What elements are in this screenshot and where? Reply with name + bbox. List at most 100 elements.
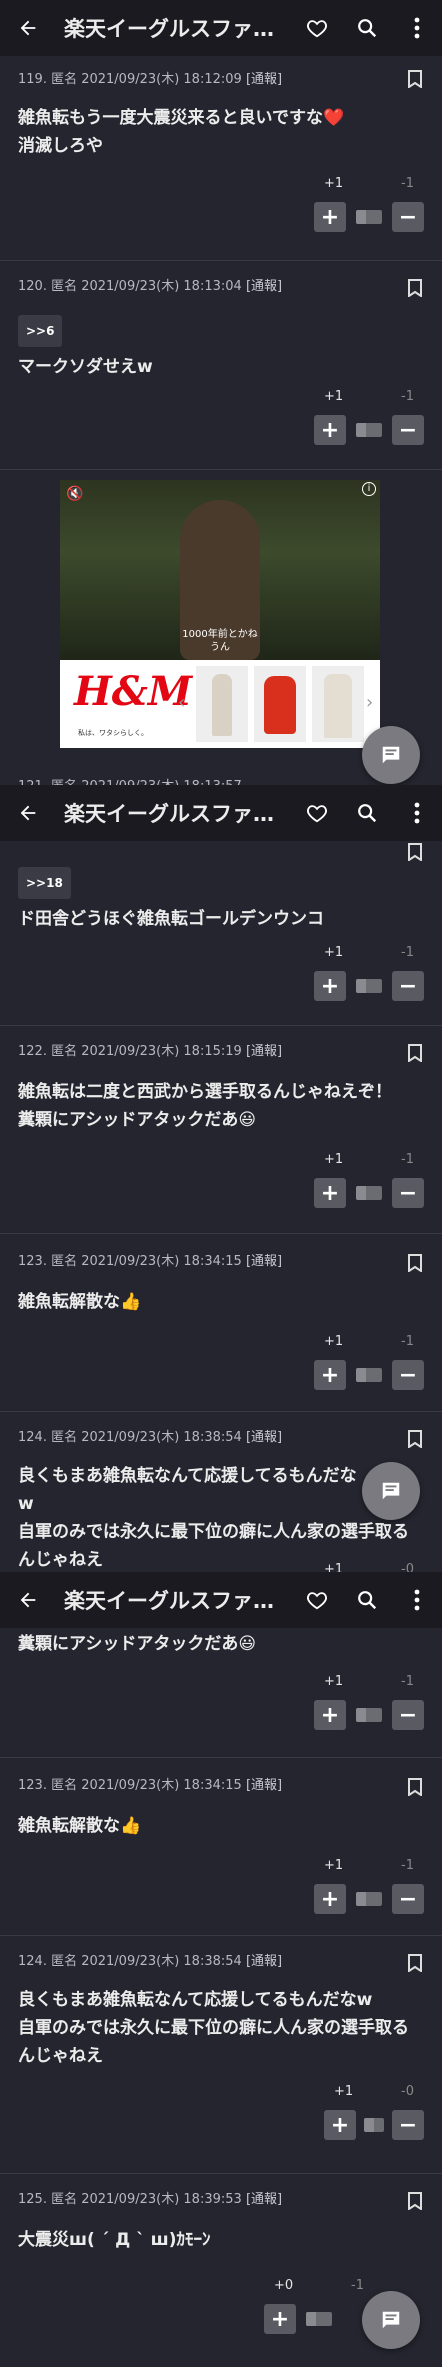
minus-button[interactable]: − [392, 202, 424, 232]
comment-fab[interactable] [362, 726, 420, 784]
comment-meta: 123. 匿名 2021/09/23(木) 18:34:15 [通報] [18, 1778, 283, 1793]
ad-product[interactable] [312, 666, 364, 742]
info-icon[interactable]: i [362, 482, 376, 496]
ad-banner[interactable]: 🔇 i 1000年前とかね うん H&M 私は、ワタシらしく。 ‹ › [60, 480, 380, 748]
favorite-button[interactable] [292, 785, 342, 841]
bookmark-button[interactable] [408, 843, 422, 865]
comment-body: 雑魚転もう一度大震災来ると良いですな❤️ 消滅しろや [18, 108, 345, 156]
plus-button[interactable]: + [314, 415, 346, 445]
comment-fab[interactable] [362, 2291, 420, 2349]
report-link[interactable]: [通報] [246, 1044, 282, 1059]
minus-button[interactable]: − [392, 1700, 424, 1730]
search-button[interactable] [342, 0, 392, 56]
report-link[interactable]: [通報] [246, 72, 282, 87]
comment-body: 良くもまあ雑魚転なんて応援してるもんだなw 自軍のみでは永久に最下位の癖に人ん家… [18, 1990, 409, 2066]
search-icon [358, 1591, 377, 1610]
plus-button[interactable]: + [314, 1360, 346, 1390]
vote-meter [356, 1708, 382, 1722]
plus-button[interactable]: + [314, 1884, 346, 1914]
minus-button[interactable]: − [392, 1360, 424, 1390]
reply-anchor[interactable]: >>18 [18, 867, 71, 899]
report-link[interactable]: [通報] [246, 1430, 282, 1445]
back-button[interactable] [0, 1572, 56, 1628]
bookmark-button[interactable] [408, 279, 422, 301]
more-menu-button[interactable] [392, 785, 442, 841]
screen-panel-2: 楽天イーグルスファンスレ >>18 ド田舎どうほぐ雑魚転ゴールデンウンコ +1 … [0, 785, 442, 1572]
vote-meter [356, 979, 382, 993]
screen-panel-3: 楽天イーグルスファンスレ 糞顆にアシッドアタックだあ😃 +1 -1 + − 12… [0, 1572, 442, 2367]
back-button[interactable] [0, 785, 56, 841]
bookmark-button[interactable] [408, 1254, 422, 1276]
vote-widget: +1 -1 + − [314, 1674, 424, 1744]
plus-button[interactable]: + [314, 1700, 346, 1730]
more-menu-button[interactable] [392, 1572, 442, 1628]
more-vert-icon [414, 17, 420, 39]
comment-119: 119. 匿名 2021/09/23(木) 18:12:09 [通報] 雑魚転も… [0, 56, 442, 261]
ad-product[interactable] [254, 666, 306, 742]
bookmark-button[interactable] [408, 1044, 422, 1066]
minus-count: -1 [401, 176, 414, 191]
comment-fab[interactable] [362, 1462, 420, 1520]
plus-count: +1 [324, 1674, 344, 1689]
plus-button[interactable]: + [314, 971, 346, 1001]
bookmark-icon [408, 70, 422, 89]
minus-count: -1 [401, 1334, 414, 1349]
minus-button[interactable]: − [392, 415, 424, 445]
comment-body: 雑魚転解散な👍 [18, 1292, 142, 1312]
comment-123: 123. 匿名 2021/09/23(木) 18:34:15 [通報] 雑魚転解… [0, 1234, 442, 1412]
report-link[interactable]: [通報] [246, 279, 282, 294]
comment-meta: 120. 匿名 2021/09/23(木) 18:13:04 [通報] [18, 279, 283, 294]
minus-button[interactable]: − [392, 971, 424, 1001]
comment-meta: 124. 匿名 2021/09/23(木) 18:38:54 [通報] [18, 1430, 283, 1445]
bookmark-button[interactable] [408, 1430, 422, 1452]
minus-count: -1 [401, 1858, 414, 1873]
minus-button[interactable]: − [392, 1178, 424, 1208]
bookmark-button[interactable] [408, 70, 422, 92]
bookmark-button[interactable] [408, 2192, 422, 2214]
plus-button[interactable]: + [324, 2110, 356, 2140]
plus-count: +1 [324, 1152, 344, 1167]
minus-count: -0 [401, 1562, 414, 1572]
chevron-right-icon[interactable]: › [366, 692, 373, 713]
vote-widget: +1 -1 + − [314, 176, 424, 246]
plus-button[interactable]: + [314, 202, 346, 232]
vote-meter [306, 2312, 332, 2326]
vote-meter [356, 423, 382, 437]
plus-button[interactable]: + [264, 2304, 296, 2334]
comment-body: 糞顆にアシッドアタックだあ😃 [18, 1634, 257, 1654]
favorite-button[interactable] [292, 0, 342, 56]
report-link[interactable]: [通報] [246, 1254, 282, 1269]
report-link[interactable]: [通報] [246, 1954, 282, 1969]
plus-count: +0 [274, 2278, 294, 2293]
minus-button[interactable]: − [392, 2110, 424, 2140]
bookmark-icon [408, 843, 422, 862]
report-link[interactable]: [通報] [246, 1778, 282, 1793]
vote-widget: +0 -1 + [264, 2278, 374, 2348]
comment-icon [382, 1482, 400, 1500]
bookmark-button[interactable] [408, 1778, 422, 1800]
back-button[interactable] [0, 0, 56, 56]
reply-anchor[interactable]: >>6 [18, 315, 63, 347]
comment-122: 122. 匿名 2021/09/23(木) 18:15:19 [通報] 雑魚転は… [0, 1026, 442, 1234]
report-link[interactable]: [通報] [246, 2192, 282, 2207]
vote-widget: +1 -1 + − [314, 1334, 424, 1404]
plus-button[interactable]: + [314, 1178, 346, 1208]
minus-button[interactable]: − [392, 1884, 424, 1914]
chevron-left-icon[interactable]: ‹ [178, 692, 185, 713]
speaker-mute-icon[interactable]: 🔇 [66, 486, 83, 502]
thread-title: 楽天イーグルスファンスレ [64, 1589, 292, 1613]
minus-count: -1 [401, 945, 414, 960]
vote-meter [364, 2118, 384, 2132]
bookmark-button[interactable] [408, 1954, 422, 1976]
ad-product[interactable] [196, 666, 248, 742]
comment-120: 120. 匿名 2021/09/23(木) 18:13:04 [通報] >>6 … [0, 261, 442, 470]
back-arrow-icon [20, 1592, 36, 1608]
comment-body: 雑魚転解散な👍 [18, 1816, 142, 1836]
minus-count: -1 [401, 389, 414, 404]
minus-count: -1 [401, 1152, 414, 1167]
favorite-button[interactable] [292, 1572, 342, 1628]
heart-icon [307, 1592, 327, 1610]
more-menu-button[interactable] [392, 0, 442, 56]
search-button[interactable] [342, 1572, 392, 1628]
search-button[interactable] [342, 785, 392, 841]
